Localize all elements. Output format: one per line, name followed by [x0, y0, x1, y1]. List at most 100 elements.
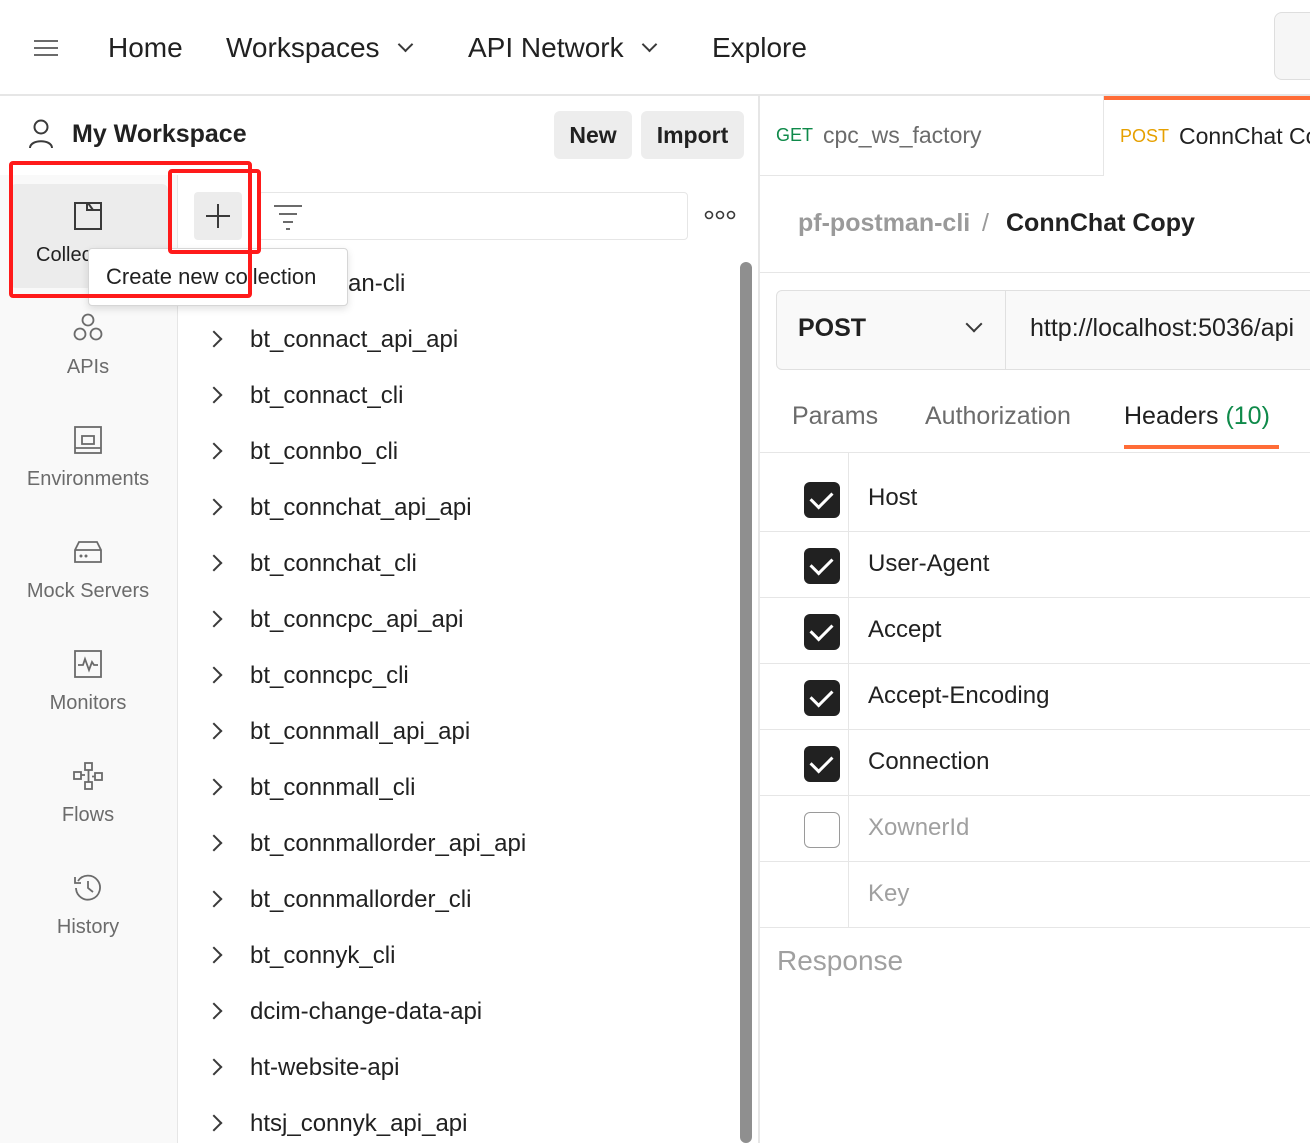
list-item[interactable]: bt_connbo_cli [178, 424, 738, 480]
list-item[interactable]: bt_connact_cli [178, 368, 738, 424]
list-item[interactable]: bt_conncpc_api_api [178, 592, 738, 648]
chevron-right-icon [205, 778, 223, 796]
header-key[interactable]: Host [868, 484, 917, 512]
search-bar[interactable] [1274, 12, 1310, 80]
header-key[interactable]: Accept-Encoding [868, 682, 1049, 710]
collection-name: bt_connmall_api_api [250, 718, 471, 745]
collection-name: bt_connchat_cli [250, 550, 417, 577]
header-key[interactable]: Connection [868, 748, 989, 776]
rail-item-flows[interactable]: Flows [0, 760, 176, 860]
rail-item-mock-servers[interactable]: Mock Servers [0, 536, 176, 636]
filter-icon[interactable] [272, 202, 304, 230]
top-navbar: Home Workspaces API Network Explore [0, 0, 1310, 96]
rail-item-history[interactable]: History [0, 872, 176, 972]
breadcrumb-parent[interactable]: pf-postman-cli [798, 209, 970, 238]
nav-api-network[interactable]: API Network [468, 30, 657, 66]
rail-label-environments: Environments [26, 468, 150, 490]
collection-name: bt_connchat_api_api [250, 494, 472, 521]
table-row: User-Agent [760, 532, 1310, 598]
list-item[interactable]: bt_connchat_cli [178, 536, 738, 592]
list-item[interactable]: bt_connyk_cli [178, 928, 738, 984]
rail-item-apis[interactable]: APIs [0, 312, 176, 412]
tab-name: ConnChat Co [1179, 122, 1310, 149]
monitors-icon [74, 650, 102, 678]
list-item[interactable]: bt_connmallorder_cli [178, 872, 738, 928]
user-icon [29, 119, 53, 149]
new-header-key-input[interactable]: Key [868, 880, 909, 908]
sidebar-scrollbar[interactable] [740, 262, 752, 1143]
tab-params[interactable]: Params [792, 402, 878, 431]
tab-method-get: GET [776, 125, 814, 145]
url-input[interactable]: http://localhost:5036/api [1030, 314, 1294, 343]
nav-workspaces[interactable]: Workspaces [226, 30, 413, 66]
chevron-right-icon [205, 498, 223, 516]
table-row: Connection [760, 730, 1310, 796]
active-subtab-indicator [1124, 445, 1279, 449]
rail-item-monitors[interactable]: Monitors [0, 648, 176, 748]
table-row: Host [760, 466, 1310, 532]
table-row: XownerId [760, 796, 1310, 862]
header-disabled-checkbox[interactable] [804, 812, 840, 848]
list-item[interactable]: bt_connmallorder_api_api [178, 816, 738, 872]
collection-name: ht-website-api [250, 1054, 400, 1081]
list-item[interactable]: bt_conncpc_cli [178, 648, 738, 704]
active-tab-indicator [1104, 96, 1310, 100]
list-item[interactable]: bt_connmall_api_api [178, 704, 738, 760]
chevron-right-icon [205, 442, 223, 460]
list-item[interactable]: dcim-change-data-api [178, 984, 738, 1040]
rail-label-monitors: Monitors [49, 692, 127, 714]
chevron-right-icon [205, 890, 223, 908]
chevron-right-icon [205, 1058, 223, 1076]
nav-explore[interactable]: Explore [712, 30, 807, 66]
list-item[interactable]: ht-website-api [178, 1040, 738, 1096]
tab-headers-count: (10) [1225, 402, 1270, 430]
header-enabled-checkbox[interactable] [804, 548, 840, 584]
breadcrumb-separator: / [982, 209, 989, 237]
chevron-right-icon [205, 610, 223, 628]
collection-search-input[interactable] [258, 192, 688, 240]
tab-connchat-copy[interactable]: POST ConnChat Co [1104, 96, 1310, 176]
collection-name: bt_connmallorder_api_api [250, 830, 527, 857]
chevron-right-icon [205, 1114, 223, 1132]
tab-cpc-ws-factory[interactable]: GET cpc_ws_factory [760, 96, 1104, 176]
header-enabled-checkbox[interactable] [804, 482, 840, 518]
header-enabled-checkbox[interactable] [804, 746, 840, 782]
new-button[interactable]: New [554, 111, 632, 159]
chevron-right-icon [205, 330, 223, 348]
nav-home[interactable]: Home [108, 30, 183, 66]
workspace-title: My Workspace [72, 120, 247, 148]
rail-label-flows: Flows [61, 804, 115, 826]
header-enabled-checkbox[interactable] [804, 614, 840, 650]
collection-name: bt_connmallorder_cli [250, 886, 472, 913]
table-row: Accept [760, 598, 1310, 664]
collection-name: bt_connbo_cli [250, 438, 399, 465]
chevron-right-icon [205, 1002, 223, 1020]
history-icon [74, 874, 101, 901]
chevron-down-icon [641, 36, 657, 52]
list-item[interactable]: bt_connchat_api_api [178, 480, 738, 536]
tab-authorization[interactable]: Authorization [925, 402, 1071, 431]
import-button[interactable]: Import [641, 111, 744, 159]
chevron-down-icon [397, 36, 413, 52]
collection-name: bt_connmall_cli [250, 774, 416, 801]
list-item[interactable]: bt_connmall_cli [178, 760, 738, 816]
rail-item-environments[interactable]: Environments [0, 424, 176, 524]
list-item[interactable]: htsj_connyk_api_api [178, 1096, 738, 1143]
list-item[interactable]: bt_connact_api_api [178, 312, 738, 368]
chevron-right-icon [205, 666, 223, 684]
collection-name: dcim-change-data-api [250, 998, 483, 1025]
header-key[interactable]: XownerId [868, 814, 969, 842]
header-enabled-checkbox[interactable] [804, 680, 840, 716]
nav-explore-label: Explore [712, 32, 807, 63]
header-key[interactable]: User-Agent [868, 550, 989, 578]
tab-name: cpc_ws_factory [823, 122, 982, 148]
collection-name: bt_connact_api_api [250, 326, 459, 353]
chevron-right-icon [205, 834, 223, 852]
hamburger-menu-icon[interactable] [34, 40, 58, 56]
breadcrumb-current[interactable]: ConnChat Copy [1006, 209, 1195, 238]
flows-icon [73, 762, 103, 790]
header-key[interactable]: Accept [868, 616, 941, 644]
more-options-icon[interactable] [704, 208, 736, 222]
chevron-right-icon [205, 386, 223, 404]
tab-headers[interactable]: Headers (10) [1124, 402, 1270, 431]
